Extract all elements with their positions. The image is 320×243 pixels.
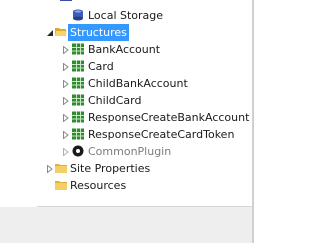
tree-item-label: Card (88, 60, 114, 73)
tree-item-label: BankAccount (88, 43, 161, 56)
table-structure-icon (72, 94, 84, 106)
tree-item-label: Site Properties (70, 162, 151, 175)
folder-icon (55, 164, 67, 173)
table-structure-icon (72, 111, 84, 123)
collapsed-arrow-icon[interactable] (62, 80, 70, 88)
tree-item-structure[interactable]: ResponseCreateCardToken (0, 126, 240, 143)
table-structure-icon (72, 128, 84, 140)
right-edge-scrollbar[interactable] (252, 0, 254, 243)
tree-item-structure[interactable]: ResponseCreateBankAccount (0, 109, 249, 126)
folder-open-icon (55, 28, 67, 36)
tree-item-common-plugin[interactable]: CommonPlugin (0, 143, 220, 160)
bottom-panel (0, 207, 254, 243)
table-structure-icon (72, 43, 84, 55)
tree-item-label: CommonPlugin (88, 145, 172, 158)
tree-item-label: Structures (68, 24, 129, 41)
tree-item-label: Resources (70, 179, 127, 192)
collapsed-arrow-icon[interactable] (62, 131, 70, 139)
collapsed-arrow-icon[interactable] (46, 165, 54, 173)
tree-item-label: ResponseCreateCardToken (88, 128, 235, 141)
solution-explorer-tree: Local Storage Structures BankAccount Car… (0, 0, 254, 243)
collapsed-arrow-icon[interactable] (62, 148, 70, 156)
collapsed-arrow-icon[interactable] (62, 114, 70, 122)
tree-item-label: Local Storage (88, 9, 164, 22)
tree-item-structure[interactable]: Card (0, 58, 220, 75)
tree-item-resources[interactable]: Resources (0, 177, 200, 194)
database-icon (73, 9, 83, 21)
tree-item-local-storage[interactable]: Local Storage (0, 7, 200, 24)
tree-item-label: ChildBankAccount (88, 77, 188, 90)
expanded-arrow-icon[interactable] (46, 29, 54, 37)
collapsed-arrow-icon[interactable] (62, 63, 70, 71)
tree-item-structure[interactable]: BankAccount (0, 41, 220, 58)
table-structure-icon (72, 77, 84, 89)
tree-item-structure[interactable]: ChildBankAccount (0, 75, 220, 92)
tree-item-structure[interactable]: ChildCard (0, 92, 220, 109)
tree-item-structures[interactable]: Structures (0, 24, 200, 41)
collapsed-arrow-icon[interactable] (62, 97, 70, 105)
table-structure-icon (72, 60, 84, 72)
tree-item-label: ChildCard (88, 94, 142, 107)
datasets-icon (60, 0, 72, 1)
plugin-icon (72, 145, 84, 157)
tree-item-site-properties[interactable]: Site Properties (0, 160, 200, 177)
folder-icon (55, 181, 67, 190)
tree-item-label: ResponseCreateBankAccount (88, 111, 250, 124)
datasets-item-partial[interactable] (60, 0, 130, 2)
collapsed-arrow-icon[interactable] (62, 46, 70, 54)
